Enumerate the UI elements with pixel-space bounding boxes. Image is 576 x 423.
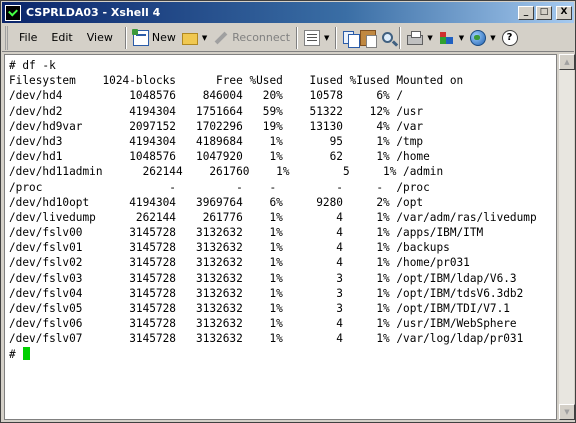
new-label: New — [151, 31, 176, 44]
maximize-button[interactable]: □ — [536, 5, 552, 20]
terminal-line: /dev/fslv05 3145728 3132632 1% 3 1% /opt… — [9, 302, 510, 315]
terminal-line: /dev/hd4 1048576 846004 20% 10578 6% / — [9, 89, 404, 103]
globe-icon — [470, 29, 487, 46]
terminal-line: /dev/hd9var 2097152 1702296 19% 13130 4%… — [9, 119, 424, 133]
menu-file[interactable]: File — [12, 28, 44, 47]
open-folder-icon — [181, 33, 198, 45]
terminal-prompt-line: # — [9, 346, 537, 362]
chevron-down-icon[interactable]: ▼ — [490, 34, 495, 42]
menu-view[interactable]: View — [80, 28, 120, 47]
terminal-line: /dev/fslv04 3145728 3132632 1% 3 1% /opt… — [9, 286, 524, 300]
scroll-down-arrow[interactable]: ▼ — [559, 404, 575, 420]
toolbar-separator — [124, 26, 127, 49]
terminal-cursor — [23, 346, 31, 360]
terminal-line: /dev/hd11admin 262144 261760 1% 5 1% /ad… — [9, 165, 444, 179]
chevron-down-icon[interactable]: ▼ — [459, 34, 464, 42]
help-icon: ? — [501, 29, 518, 46]
copy-icon — [343, 31, 361, 48]
window-controls: _ □ X — [518, 5, 572, 20]
find-icon — [382, 32, 394, 43]
xshell-window: CSPRLDA03 - Xshell 4 _ □ X File Edit Vie… — [0, 0, 576, 423]
terminal-line: /dev/fslv02 3145728 3132632 1% 4 1% /hom… — [9, 256, 470, 270]
terminal-line: /dev/hd1 1048576 1047920 1% 62 1% /home — [9, 150, 430, 164]
terminal-line: /dev/livedump 262144 261776 1% 4 1% /var… — [9, 210, 537, 224]
help-button[interactable]: ? — [499, 27, 521, 49]
toolbar-separator — [296, 26, 299, 49]
terminal-line: /dev/fslv07 3145728 3132632 1% 4 1% /var… — [9, 332, 524, 346]
toolbar-separator — [335, 26, 338, 49]
reconnect-button[interactable]: Reconnect — [210, 27, 293, 49]
reconnect-label: Reconnect — [232, 31, 291, 44]
title-bar[interactable]: CSPRLDA03 - Xshell 4 _ □ X — [2, 2, 574, 23]
properties-button[interactable]: ▼ — [301, 27, 332, 49]
terminal-area[interactable]: # df -k Filesystem 1024-blocks Free %Used… — [4, 54, 557, 420]
properties-icon — [304, 29, 321, 46]
terminal-line: Filesystem 1024-blocks Free %Used Iused … — [9, 74, 464, 88]
menu-bar: File Edit View — [5, 25, 122, 50]
web-button[interactable]: ▼ — [467, 27, 498, 49]
window-title: CSPRLDA03 - Xshell 4 — [26, 6, 161, 19]
terminal-line: /dev/hd2 4194304 1751664 59% 51322 12% /… — [9, 104, 424, 118]
new-session-button[interactable]: New — [130, 27, 179, 49]
terminal-line: /proc - - - - - /proc — [9, 180, 430, 194]
chevron-down-icon[interactable]: ▼ — [427, 34, 432, 42]
terminal-line: /dev/fslv00 3145728 3132632 1% 4 1% /app… — [9, 226, 484, 240]
open-session-button[interactable]: ▼ — [179, 27, 210, 49]
close-button[interactable]: X — [556, 5, 572, 20]
terminal-line: /dev/hd3 4194304 4189684 1% 95 1% /tmp — [9, 134, 424, 148]
paste-button[interactable] — [357, 27, 379, 49]
terminal-line: # df -k — [9, 59, 56, 72]
terminal-line: /dev/hd10opt 4194304 3969764 6% 9280 2% … — [9, 195, 424, 209]
toolbar-separator — [399, 26, 402, 49]
toolbar: File Edit View New ▼ Reconnect ▼ ▼ ▼ ▼ ? — [2, 24, 574, 52]
color-scheme-icon — [439, 30, 455, 46]
chevron-down-icon[interactable]: ▼ — [324, 34, 329, 42]
color-scheme-button[interactable]: ▼ — [436, 27, 467, 49]
app-icon[interactable] — [5, 4, 21, 21]
paste-icon — [360, 29, 378, 48]
terminal-line: /dev/fslv01 3145728 3132632 1% 4 1% /bac… — [9, 241, 450, 255]
terminal-line: /dev/fslv03 3145728 3132632 1% 3 1% /opt… — [9, 271, 517, 285]
find-button[interactable] — [379, 27, 396, 49]
copy-button[interactable] — [340, 27, 361, 49]
vertical-scrollbar[interactable]: ▲ ▼ — [558, 54, 575, 420]
reconnect-icon — [213, 30, 229, 46]
terminal-output: # df -k Filesystem 1024-blocks Free %Used… — [9, 58, 537, 362]
print-button[interactable]: ▼ — [404, 27, 435, 49]
new-session-icon — [131, 28, 149, 46]
chevron-down-icon[interactable]: ▼ — [202, 34, 207, 42]
print-icon — [407, 30, 424, 45]
terminal-line: /dev/fslv06 3145728 3132632 1% 4 1% /usr… — [9, 317, 517, 331]
scroll-up-arrow[interactable]: ▲ — [559, 54, 575, 70]
minimize-button[interactable]: _ — [518, 5, 534, 20]
shell-prompt: # — [9, 347, 23, 361]
menu-edit[interactable]: Edit — [44, 28, 79, 47]
